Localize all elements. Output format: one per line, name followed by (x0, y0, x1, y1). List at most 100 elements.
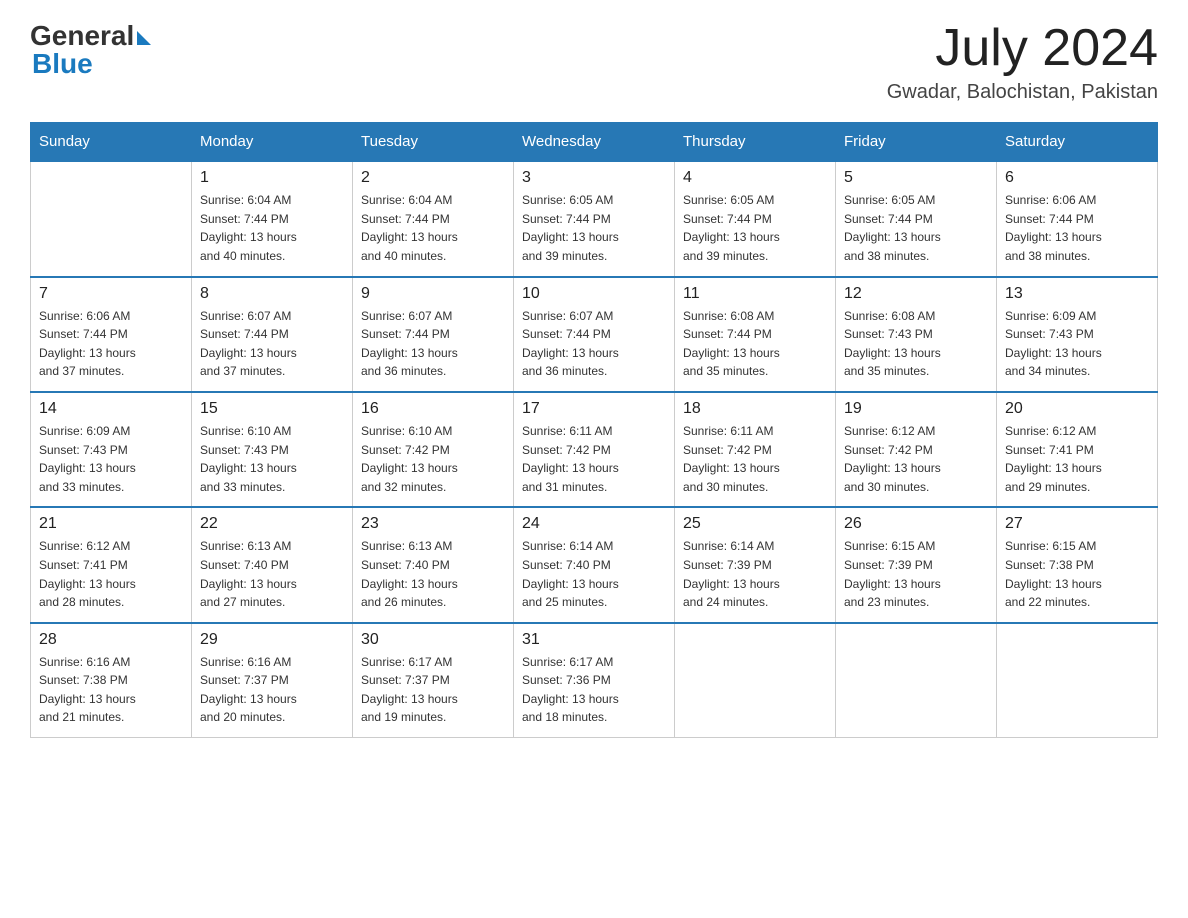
calendar-cell: 20 Sunrise: 6:12 AM Sunset: 7:41 PM Dayli… (997, 392, 1158, 507)
day-number: 16 (361, 400, 505, 418)
day-info: Sunrise: 6:05 AM Sunset: 7:44 PM Dayligh… (844, 191, 988, 265)
calendar-cell: 25Sunrise: 6:14 AM Sunset: 7:39 PM Dayli… (675, 507, 836, 622)
day-info: Sunrise: 6:06 AM Sunset: 7:44 PM Dayligh… (39, 307, 183, 381)
day-number: 7 (39, 285, 183, 303)
calendar-cell: 13 Sunrise: 6:09 AM Sunset: 7:43 PM Dayli… (997, 277, 1158, 392)
day-info: Sunrise: 6:04 AM Sunset: 7:44 PM Dayligh… (361, 191, 505, 265)
calendar-cell (675, 623, 836, 738)
calendar-cell: 11 Sunrise: 6:08 AM Sunset: 7:44 PM Dayli… (675, 277, 836, 392)
calendar-cell: 3 Sunrise: 6:05 AM Sunset: 7:44 PM Daylig… (514, 161, 675, 276)
day-info: Sunrise: 6:15 AM Sunset: 7:38 PM Dayligh… (1005, 537, 1149, 611)
day-number: 3 (522, 169, 666, 187)
day-number: 30 (361, 631, 505, 649)
calendar-table: SundayMondayTuesdayWednesdayThursdayFrid… (30, 122, 1158, 738)
weekday-header-wednesday: Wednesday (514, 123, 675, 162)
day-number: 18 (683, 400, 827, 418)
calendar-cell: 7 Sunrise: 6:06 AM Sunset: 7:44 PM Daylig… (31, 277, 192, 392)
day-info: Sunrise: 6:11 AM Sunset: 7:42 PM Dayligh… (683, 422, 827, 496)
day-number: 28 (39, 631, 183, 649)
calendar-cell (836, 623, 997, 738)
calendar-cell: 4 Sunrise: 6:05 AM Sunset: 7:44 PM Daylig… (675, 161, 836, 276)
day-number: 2 (361, 169, 505, 187)
day-number: 13 (1005, 285, 1149, 303)
calendar-cell: 28 Sunrise: 6:16 AM Sunset: 7:38 PM Dayli… (31, 623, 192, 738)
calendar-cell: 1Sunrise: 6:04 AM Sunset: 7:44 PM Daylig… (192, 161, 353, 276)
calendar-cell: 24 Sunrise: 6:14 AM Sunset: 7:40 PM Dayli… (514, 507, 675, 622)
day-info: Sunrise: 6:08 AM Sunset: 7:44 PM Dayligh… (683, 307, 827, 381)
day-info: Sunrise: 6:06 AM Sunset: 7:44 PM Dayligh… (1005, 191, 1149, 265)
calendar-cell (997, 623, 1158, 738)
day-number: 17 (522, 400, 666, 418)
day-number: 6 (1005, 169, 1149, 187)
logo-blue-text: Blue (32, 48, 93, 80)
day-number: 5 (844, 169, 988, 187)
day-info: Sunrise: 6:08 AM Sunset: 7:43 PM Dayligh… (844, 307, 988, 381)
calendar-cell: 15 Sunrise: 6:10 AM Sunset: 7:43 PM Dayli… (192, 392, 353, 507)
month-title: July 2024 (887, 20, 1158, 77)
calendar-week-row: 14Sunrise: 6:09 AM Sunset: 7:43 PM Dayli… (31, 392, 1158, 507)
day-number: 15 (200, 400, 344, 418)
calendar-cell: 8Sunrise: 6:07 AM Sunset: 7:44 PM Daylig… (192, 277, 353, 392)
day-number: 21 (39, 515, 183, 533)
calendar-cell: 27Sunrise: 6:15 AM Sunset: 7:38 PM Dayli… (997, 507, 1158, 622)
calendar-week-row: 21 Sunrise: 6:12 AM Sunset: 7:41 PM Dayli… (31, 507, 1158, 622)
calendar-cell: 26 Sunrise: 6:15 AM Sunset: 7:39 PM Dayli… (836, 507, 997, 622)
calendar-week-row: 7 Sunrise: 6:06 AM Sunset: 7:44 PM Daylig… (31, 277, 1158, 392)
calendar-cell: 21 Sunrise: 6:12 AM Sunset: 7:41 PM Dayli… (31, 507, 192, 622)
weekday-header-row: SundayMondayTuesdayWednesdayThursdayFrid… (31, 123, 1158, 162)
calendar-cell: 22Sunrise: 6:13 AM Sunset: 7:40 PM Dayli… (192, 507, 353, 622)
day-info: Sunrise: 6:10 AM Sunset: 7:42 PM Dayligh… (361, 422, 505, 496)
day-info: Sunrise: 6:17 AM Sunset: 7:36 PM Dayligh… (522, 653, 666, 727)
calendar-week-row: 28 Sunrise: 6:16 AM Sunset: 7:38 PM Dayli… (31, 623, 1158, 738)
day-number: 26 (844, 515, 988, 533)
calendar-body: 1 Sunrise: 6:04 AM Sunset: 7:44 PM Daylig… (31, 161, 1158, 737)
location-text: Gwadar, Balochistan, Pakistan (887, 81, 1158, 104)
day-number: 11 (683, 285, 827, 303)
calendar-cell: 14Sunrise: 6:09 AM Sunset: 7:43 PM Dayli… (31, 392, 192, 507)
day-number: 25 (683, 515, 827, 533)
day-number: 12 (844, 285, 988, 303)
day-info: Sunrise: 6:15 AM Sunset: 7:39 PM Dayligh… (844, 537, 988, 611)
day-info: Sunrise: 6:14 AM Sunset: 7:40 PM Dayligh… (522, 537, 666, 611)
day-info: Sunrise: 6:09 AM Sunset: 7:43 PM Dayligh… (39, 422, 183, 496)
calendar-cell: 2 Sunrise: 6:04 AM Sunset: 7:44 PM Daylig… (353, 161, 514, 276)
day-number: 23 (361, 515, 505, 533)
weekday-header-monday: Monday (192, 123, 353, 162)
day-number: 4 (683, 169, 827, 187)
weekday-header-tuesday: Tuesday (353, 123, 514, 162)
day-info: Sunrise: 6:12 AM Sunset: 7:41 PM Dayligh… (1005, 422, 1149, 496)
day-info: Sunrise: 6:10 AM Sunset: 7:43 PM Dayligh… (200, 422, 344, 496)
day-info: Sunrise: 6:13 AM Sunset: 7:40 PM Dayligh… (361, 537, 505, 611)
weekday-header-thursday: Thursday (675, 123, 836, 162)
day-number: 20 (1005, 400, 1149, 418)
day-info: Sunrise: 6:17 AM Sunset: 7:37 PM Dayligh… (361, 653, 505, 727)
day-number: 8 (200, 285, 344, 303)
day-info: Sunrise: 6:11 AM Sunset: 7:42 PM Dayligh… (522, 422, 666, 496)
day-info: Sunrise: 6:12 AM Sunset: 7:41 PM Dayligh… (39, 537, 183, 611)
day-info: Sunrise: 6:07 AM Sunset: 7:44 PM Dayligh… (522, 307, 666, 381)
day-number: 31 (522, 631, 666, 649)
logo: General Blue (30, 20, 151, 80)
calendar-cell: 19Sunrise: 6:12 AM Sunset: 7:42 PM Dayli… (836, 392, 997, 507)
title-area: July 2024 Gwadar, Balochistan, Pakistan (887, 20, 1158, 104)
day-info: Sunrise: 6:12 AM Sunset: 7:42 PM Dayligh… (844, 422, 988, 496)
calendar-cell (31, 161, 192, 276)
day-number: 1 (200, 169, 344, 187)
calendar-cell: 10Sunrise: 6:07 AM Sunset: 7:44 PM Dayli… (514, 277, 675, 392)
day-info: Sunrise: 6:05 AM Sunset: 7:44 PM Dayligh… (683, 191, 827, 265)
day-info: Sunrise: 6:05 AM Sunset: 7:44 PM Dayligh… (522, 191, 666, 265)
calendar-cell: 23 Sunrise: 6:13 AM Sunset: 7:40 PM Dayli… (353, 507, 514, 622)
calendar-cell: 12 Sunrise: 6:08 AM Sunset: 7:43 PM Dayli… (836, 277, 997, 392)
calendar-cell: 18 Sunrise: 6:11 AM Sunset: 7:42 PM Dayli… (675, 392, 836, 507)
day-number: 24 (522, 515, 666, 533)
page-header: General Blue July 2024 Gwadar, Balochist… (30, 20, 1158, 104)
day-info: Sunrise: 6:16 AM Sunset: 7:37 PM Dayligh… (200, 653, 344, 727)
day-number: 9 (361, 285, 505, 303)
calendar-cell: 17 Sunrise: 6:11 AM Sunset: 7:42 PM Dayli… (514, 392, 675, 507)
day-info: Sunrise: 6:07 AM Sunset: 7:44 PM Dayligh… (361, 307, 505, 381)
calendar-cell: 5 Sunrise: 6:05 AM Sunset: 7:44 PM Daylig… (836, 161, 997, 276)
day-info: Sunrise: 6:09 AM Sunset: 7:43 PM Dayligh… (1005, 307, 1149, 381)
day-info: Sunrise: 6:13 AM Sunset: 7:40 PM Dayligh… (200, 537, 344, 611)
day-info: Sunrise: 6:16 AM Sunset: 7:38 PM Dayligh… (39, 653, 183, 727)
weekday-header-saturday: Saturday (997, 123, 1158, 162)
